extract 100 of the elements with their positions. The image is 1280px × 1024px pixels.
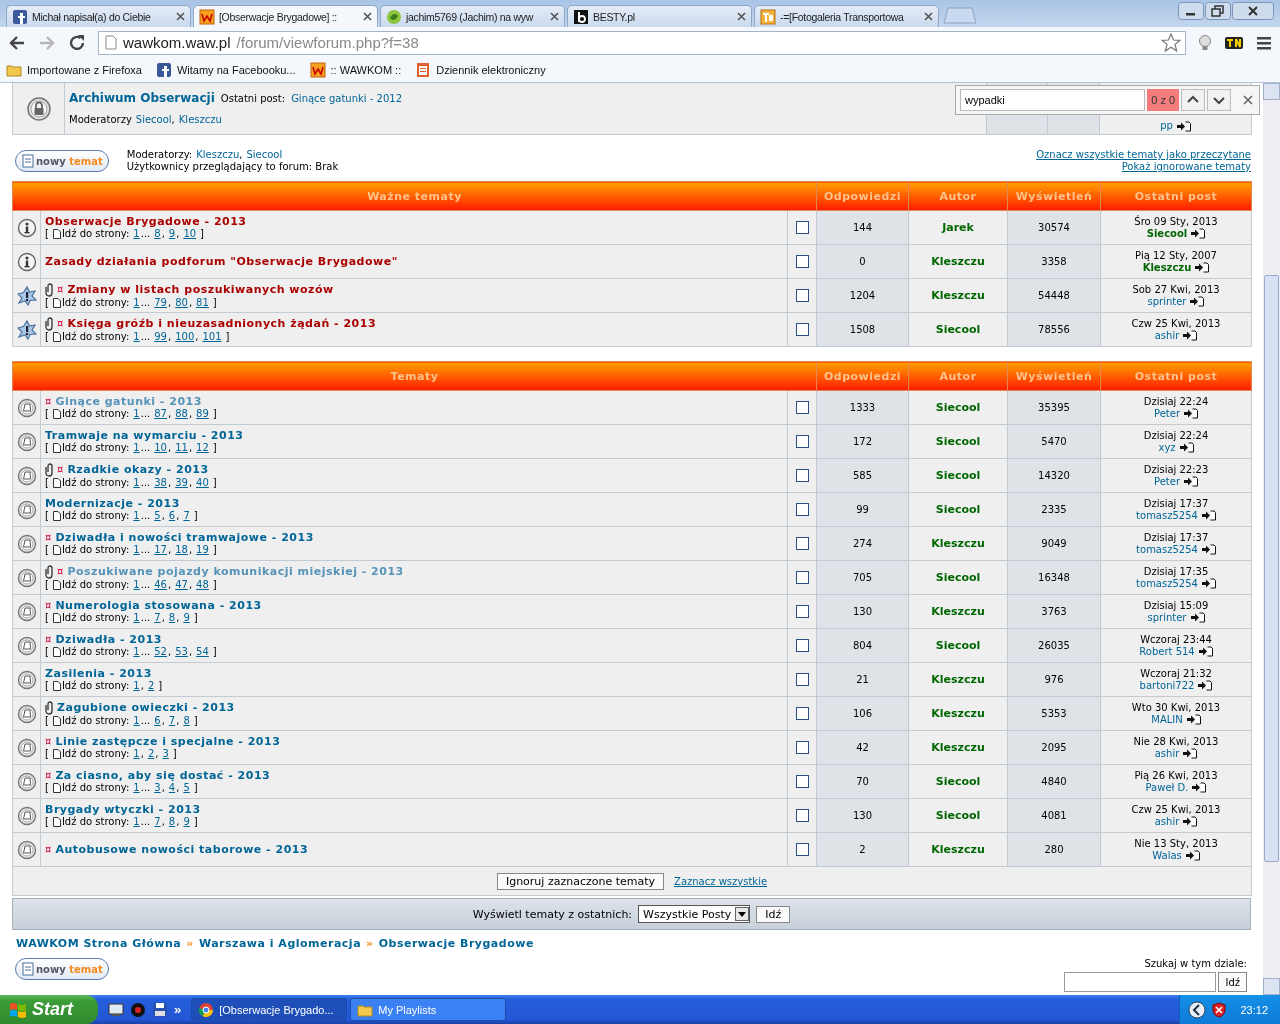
- go-button[interactable]: Idź: [756, 905, 791, 923]
- restore-icon[interactable]: [1205, 2, 1231, 20]
- link[interactable]: Pokaż ignorowane tematy: [1121, 161, 1251, 172]
- bookmark[interactable]: Importowane z Firefoxa: [6, 62, 142, 78]
- page-link[interactable]: 2: [147, 679, 155, 692]
- page-link[interactable]: 1: [133, 611, 140, 624]
- arrow-icon[interactable]: [1200, 510, 1216, 521]
- page-link[interactable]: 3: [154, 781, 161, 794]
- page-link[interactable]: 1: [133, 679, 140, 692]
- arrow-circle-icon[interactable]: [1188, 1000, 1207, 1019]
- checkbox[interactable]: [795, 673, 809, 686]
- page-link[interactable]: 79: [154, 296, 167, 309]
- user-link[interactable]: xyz: [1158, 441, 1176, 454]
- user-link[interactable]: sprinter: [1147, 611, 1187, 624]
- page-link[interactable]: 10: [183, 227, 197, 240]
- previous-icon[interactable]: [1181, 89, 1206, 111]
- taskbar-button[interactable]: My Playlists: [350, 998, 507, 1021]
- page-link[interactable]: 48: [196, 578, 209, 591]
- user-link[interactable]: ashir: [1154, 329, 1180, 342]
- page-link[interactable]: 1: [133, 407, 140, 420]
- page-link[interactable]: 5: [154, 509, 161, 522]
- desktop-icon[interactable]: [108, 1001, 124, 1018]
- minimize-icon[interactable]: [1178, 2, 1204, 20]
- topic-title-link[interactable]: Modernizacje - 2013: [45, 497, 180, 510]
- checkbox[interactable]: [795, 571, 809, 584]
- close-icon[interactable]: [924, 12, 933, 21]
- page-link[interactable]: 52: [154, 645, 167, 658]
- breadcrumb-link[interactable]: Warszawa i Aglomeracja: [198, 936, 362, 950]
- close-icon[interactable]: [1243, 95, 1253, 105]
- checkbox[interactable]: [795, 707, 809, 720]
- page-link[interactable]: 8: [168, 611, 176, 624]
- user-link[interactable]: tomasz5254: [1136, 509, 1198, 522]
- page-link[interactable]: 1: [133, 815, 140, 828]
- page-link[interactable]: 53: [175, 645, 188, 658]
- checkbox[interactable]: [795, 605, 809, 618]
- last-post-link[interactable]: Ginące gatunki - 2012: [291, 92, 402, 105]
- page-link[interactable]: 12: [196, 441, 209, 454]
- checkbox[interactable]: [795, 289, 809, 302]
- back-icon[interactable]: [8, 34, 26, 51]
- shield-icon[interactable]: [1212, 1001, 1227, 1018]
- checkbox[interactable]: [795, 401, 809, 414]
- arrow-icon[interactable]: [1191, 782, 1207, 793]
- topic-title-link[interactable]: Autobusowe nowości taborowe - 2013: [55, 843, 309, 856]
- page-link[interactable]: 1: [133, 227, 140, 240]
- topic-title-link[interactable]: Dziwadła i nowości tramwajowe - 2013: [55, 531, 314, 544]
- page-link[interactable]: 9: [168, 227, 176, 240]
- taskbar-button[interactable]: [Obserwacje Brygado...: [191, 998, 348, 1021]
- page-link[interactable]: 39: [175, 476, 188, 489]
- topic-title-link[interactable]: Zasilenia - 2013: [45, 667, 152, 680]
- page-link[interactable]: 9: [183, 611, 190, 624]
- link[interactable]: Oznacz wszystkie tematy jako przeczytane: [1036, 149, 1251, 160]
- breadcrumb-link[interactable]: WAWKOM Strona Główna: [16, 936, 182, 950]
- checkbox[interactable]: [795, 221, 809, 234]
- topic-title-link[interactable]: Tramwaje na wymarciu - 2013: [45, 429, 244, 442]
- user-link[interactable]: sprinter: [1147, 295, 1187, 308]
- select-all-link[interactable]: Zaznacz wszystkie: [674, 875, 768, 887]
- arrow-icon[interactable]: [1189, 612, 1205, 623]
- page-link[interactable]: 8: [168, 815, 176, 828]
- arrow-icon[interactable]: [1182, 816, 1198, 827]
- user-link[interactable]: pp: [1160, 120, 1173, 132]
- arrow-icon[interactable]: [1184, 850, 1200, 861]
- user-link[interactable]: MALIN: [1151, 713, 1183, 726]
- page-link[interactable]: 5: [183, 781, 190, 794]
- checkbox[interactable]: [795, 537, 809, 550]
- browser-tab[interactable]: BESTY.pl: [567, 5, 752, 27]
- user-link[interactable]: Walas: [1152, 849, 1182, 862]
- page-link[interactable]: 18: [175, 543, 188, 556]
- new-topic-button[interactable]: nowy temat: [15, 150, 109, 172]
- floppy-icon[interactable]: [152, 1001, 168, 1018]
- user-link[interactable]: tomasz5254: [1136, 577, 1198, 590]
- ignore-button[interactable]: Ignoruj zaznaczone tematy: [496, 872, 665, 890]
- checkbox[interactable]: [795, 503, 809, 516]
- arrow-icon[interactable]: [1200, 578, 1216, 589]
- reload-icon[interactable]: [68, 33, 86, 52]
- checkbox[interactable]: [795, 435, 809, 448]
- close-icon[interactable]: [1232, 2, 1274, 20]
- page-link[interactable]: 89: [196, 407, 209, 420]
- page-link[interactable]: 1: [133, 645, 140, 658]
- arrow-icon[interactable]: [1190, 228, 1206, 239]
- user-link[interactable]: ashir: [1154, 815, 1180, 828]
- menu-icon[interactable]: [1256, 34, 1272, 51]
- arrow-icon[interactable]: [1194, 262, 1210, 273]
- forum-title-link[interactable]: Archiwum Obserwacji: [69, 91, 215, 104]
- page-link[interactable]: 8: [154, 227, 161, 240]
- start-button[interactable]: Start: [0, 995, 98, 1024]
- topic-title-link[interactable]: Rzadkie okazy - 2013: [67, 463, 209, 476]
- user-link[interactable]: Paweł D.: [1145, 781, 1189, 794]
- page-link[interactable]: 54: [196, 645, 209, 658]
- page-link[interactable]: 10: [154, 441, 167, 454]
- bulb-icon[interactable]: [1198, 33, 1212, 52]
- page-link[interactable]: 1: [133, 509, 140, 522]
- page-link[interactable]: 88: [175, 407, 188, 420]
- arrow-icon[interactable]: [1185, 714, 1201, 725]
- page-link[interactable]: 7: [154, 815, 161, 828]
- user-link[interactable]: ashir: [1154, 747, 1180, 760]
- page-link[interactable]: 38: [154, 476, 167, 489]
- page-link[interactable]: 1: [133, 578, 140, 591]
- checkbox[interactable]: [795, 843, 809, 856]
- close-icon[interactable]: [737, 12, 746, 21]
- arrow-icon[interactable]: [1183, 408, 1198, 419]
